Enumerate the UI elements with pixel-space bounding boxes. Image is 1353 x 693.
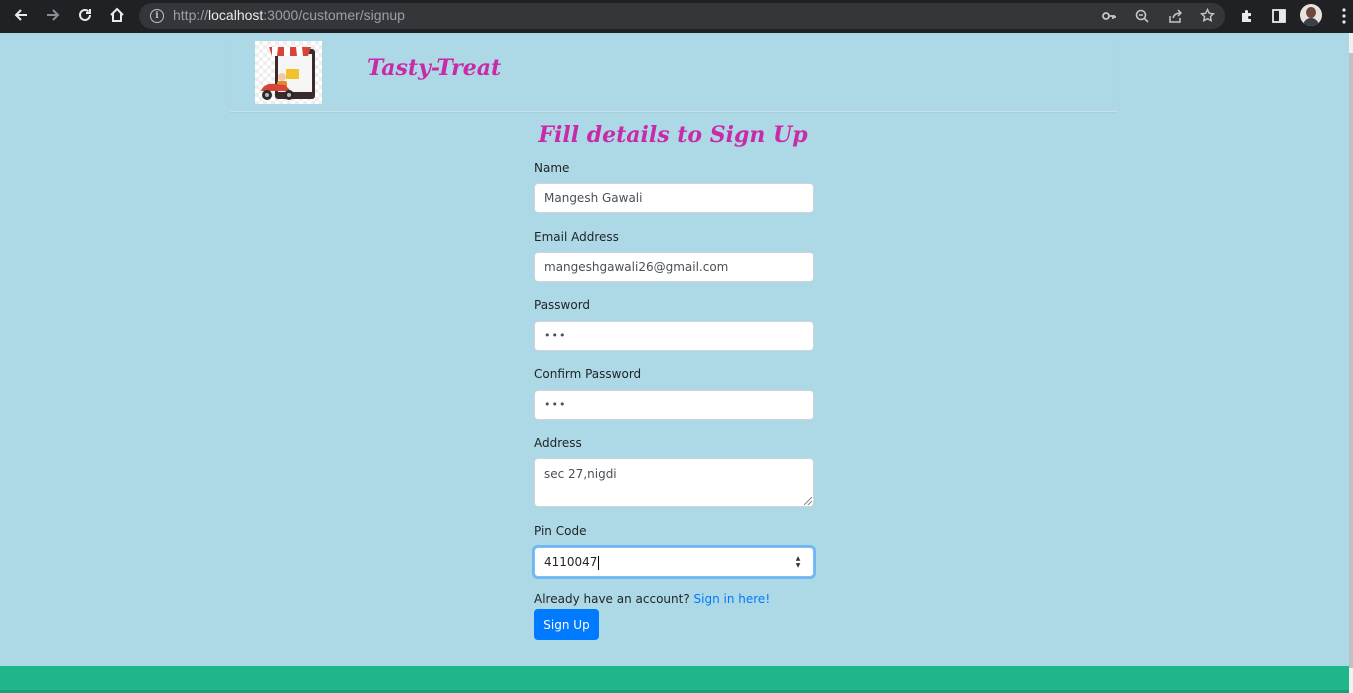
share-icon[interactable] [1163,3,1187,29]
forward-arrow-icon[interactable] [40,0,66,30]
home-icon[interactable] [104,0,130,30]
scrollbar-thumb[interactable] [1349,53,1353,668]
site-navbar: Tasty-Treat [230,33,1118,112]
food-delivery-logo[interactable] [255,41,322,104]
pin-code-value: 4110047 [544,555,598,569]
site-footer [0,666,1349,693]
signin-link[interactable]: Sign in here! [694,592,771,606]
signin-prompt: Already have an account? [534,592,690,606]
password-label: Password [534,298,591,312]
pin-code-field[interactable]: 4110047 ▲ ▼ [534,547,814,577]
name-field[interactable]: Mangesh Gawali [534,183,814,213]
star-icon[interactable] [1195,3,1219,29]
page-title: Fill details to Sign Up [538,122,808,148]
confirm-password-label: Confirm Password [534,367,642,381]
resize-handle[interactable] [804,497,812,505]
email-label: Email Address [534,230,619,244]
address-label: Address [534,436,582,450]
address-bar[interactable]: i http://localhost:3000/customer/signup [139,3,1225,29]
text-caret [598,555,600,570]
brand-title[interactable]: Tasty-Treat [367,55,501,81]
puzzle-icon[interactable] [1234,2,1260,30]
back-arrow-icon[interactable] [8,0,34,30]
reload-icon[interactable] [72,0,98,30]
address-value: sec 27,nigdi [544,467,617,481]
avatar[interactable] [1300,4,1322,26]
browser-toolbar: i http://localhost:3000/customer/signup [0,0,1353,33]
name-label: Name [534,161,570,175]
key-icon[interactable] [1097,3,1121,29]
info-icon[interactable]: i [150,9,164,23]
password-field[interactable]: ••• [534,321,814,351]
zoom-icon[interactable] [1130,3,1154,29]
confirm-password-field[interactable]: ••• [534,390,814,420]
side-panel-icon[interactable] [1266,2,1292,30]
pin-code-label: Pin Code [534,524,587,538]
email-field[interactable]: mangeshgawali26@gmail.com [534,252,814,282]
signin-prompt-line: Already have an account? Sign in here! [534,592,770,606]
kebab-menu-icon[interactable] [1331,2,1353,30]
address-textarea[interactable]: sec 27,nigdi [534,458,814,507]
url-text: http://localhost:3000/customer/signup [173,7,405,23]
number-spinner-icon[interactable]: ▲ ▼ [793,555,803,569]
sign-up-button[interactable]: Sign Up [534,609,599,640]
page-scrollbar[interactable] [1349,33,1353,693]
